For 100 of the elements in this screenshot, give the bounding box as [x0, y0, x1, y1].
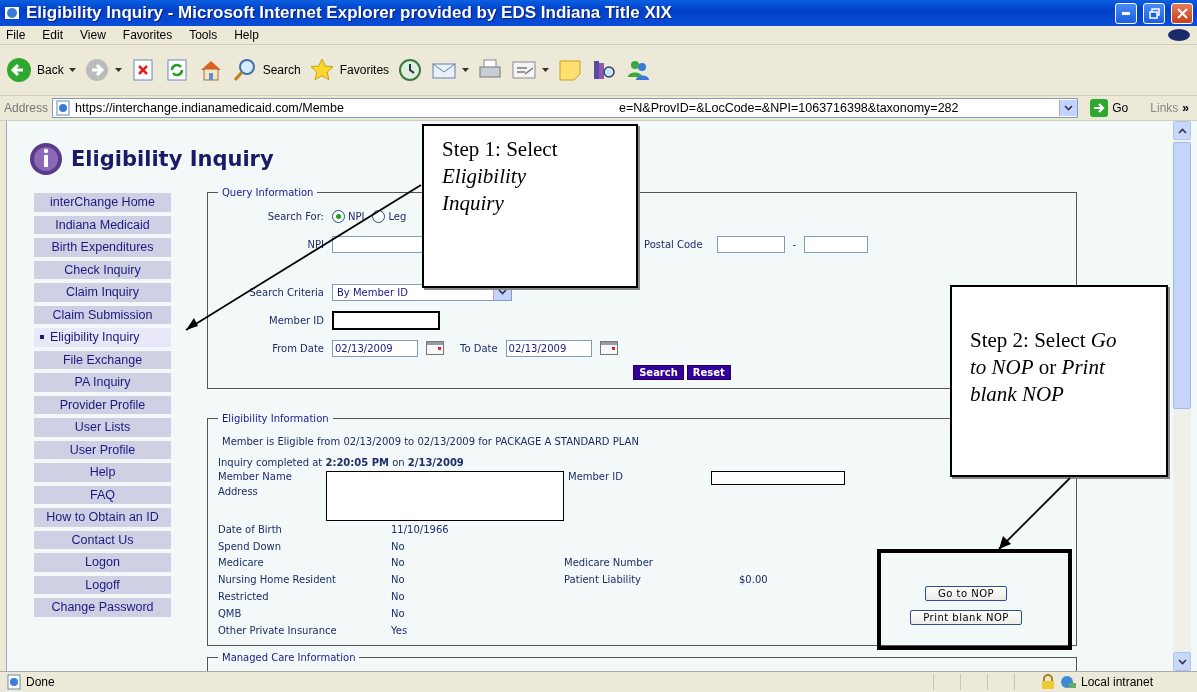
field-label: From Date [272, 342, 324, 354]
sidebar-item[interactable]: How to Obtain an ID [34, 508, 171, 527]
globe-network-icon [1059, 674, 1077, 690]
history-button[interactable] [397, 57, 424, 83]
chevron-down-icon [498, 289, 507, 295]
search-button[interactable]: Search [633, 364, 684, 380]
sidebar-item[interactable]: FAQ [34, 485, 171, 504]
field-label: QMB [218, 607, 243, 619]
to-date-field[interactable]: 02/13/2009 [505, 339, 592, 357]
restore-icon [1148, 7, 1160, 19]
sidebar-item[interactable]: Eligibility Inquiry [34, 328, 171, 347]
dropdown-button[interactable] [1059, 100, 1078, 116]
sidebar-item[interactable]: Birth Expenditures [34, 238, 171, 257]
menu-item[interactable]: Help [234, 28, 259, 42]
browser-icon [4, 5, 20, 21]
calendar-icon[interactable] [426, 341, 444, 355]
scroll-up-button[interactable] [1173, 121, 1191, 140]
menu-item[interactable]: View [80, 28, 106, 42]
go-button[interactable]: Go [1082, 99, 1137, 117]
sidebar-item[interactable]: interChange Home [34, 193, 171, 212]
sidebar-item[interactable]: File Exchange [34, 350, 171, 369]
search-icon [231, 57, 258, 83]
sidebar-item[interactable]: Check Inquiry [34, 260, 171, 279]
npi-field[interactable] [332, 235, 424, 253]
field-label: Member ID [568, 471, 624, 484]
scrollbar[interactable] [1173, 121, 1191, 671]
menu-item[interactable]: File [6, 28, 26, 42]
menu-item[interactable]: Edit [42, 28, 64, 42]
status-text: Done [26, 675, 56, 689]
field-value: No [391, 540, 406, 552]
panel-legend: Managed Care Information [218, 651, 360, 663]
member-id-field[interactable] [332, 310, 440, 330]
menu-item[interactable]: Tools [189, 28, 218, 42]
close-icon [1176, 7, 1188, 19]
back-button[interactable]: Back [6, 57, 76, 83]
field-label: Restricted [218, 591, 270, 603]
sidebar-item[interactable]: Provider Profile [34, 395, 171, 414]
page-icon [6, 674, 22, 690]
field-label: Nursing Home Resident [218, 574, 337, 586]
sidebar-item[interactable]: Contact Us [34, 530, 171, 549]
field-label: Patient Liability [564, 574, 642, 586]
restore-button[interactable] [1143, 2, 1165, 24]
field-value: No [391, 607, 406, 619]
panel-legend: Query Information [218, 187, 318, 198]
calendar-icon[interactable] [599, 341, 618, 355]
field-value: Yes [391, 624, 409, 636]
more-links-button[interactable]: » [1182, 101, 1193, 115]
print-blank-nop-button[interactable]: Print blank NOP [910, 609, 1022, 625]
scroll-thumb[interactable] [1173, 142, 1191, 409]
field-label: Spend Down [218, 540, 283, 552]
field-label: Medicare [218, 557, 265, 569]
chevron-up-icon [1177, 127, 1187, 134]
sidebar-item[interactable]: Claim Inquiry [34, 283, 171, 302]
step-callout: Step 2: Select Go to NOP or Print blank NOP [950, 285, 1168, 477]
sidebar-item[interactable]: User Lists [34, 418, 171, 437]
scroll-down-button[interactable] [1173, 652, 1191, 671]
radio-option[interactable]: NPI [332, 209, 365, 223]
logo-icon [1167, 28, 1191, 42]
radio-option[interactable]: Leg [372, 209, 407, 223]
address-field[interactable]: https://interchange.indianamedicaid.com/Membe e=N&ProvID=&LocCode=&NPI=1063716398&taxonomy=282 [52, 98, 1079, 118]
sidebar-item[interactable]: Help [34, 463, 171, 482]
field-label: Postal Code [644, 238, 703, 250]
minimize-button[interactable] [1115, 2, 1137, 24]
caret-icon [462, 68, 470, 72]
search-button[interactable]: Search [231, 57, 301, 83]
sidebar-item[interactable]: User Profile [34, 440, 171, 459]
field-label: Address [218, 486, 259, 497]
eligibility-summary: Member is Eligible from 02/13/2009 to 02/13/2009 for PACKAGE A STANDARD PLAN [222, 435, 639, 447]
field-value: $0.00 [739, 574, 769, 586]
chevron-down-icon [1064, 105, 1074, 111]
sidebar-item[interactable]: PA Inquiry [34, 373, 171, 392]
menu-item[interactable]: Favorites [122, 28, 173, 42]
field-value: No [391, 591, 406, 603]
minimize-icon [1122, 11, 1130, 15]
favorites-button[interactable]: Favorites [308, 57, 390, 83]
postal-code-field[interactable] [716, 235, 785, 253]
zone-text: Local intranet [1081, 675, 1155, 689]
sidebar-item[interactable]: Logoff [34, 575, 171, 594]
caret-icon [542, 68, 550, 72]
field-label: To Date [460, 342, 498, 354]
caret-icon [68, 68, 76, 72]
page-title: Eligibility Inquiry [71, 147, 274, 171]
sidebar-item[interactable]: Logon [34, 553, 171, 572]
from-date-field[interactable]: 02/13/2009 [332, 339, 418, 357]
chevron-down-icon [1177, 658, 1187, 665]
field-value: No [391, 574, 406, 586]
inquiry-time-text: Inquiry completed at 2:20:05 PM on 2/13/2009 [218, 457, 464, 468]
go-to-nop-button[interactable]: Go to NOP [924, 585, 1008, 601]
sidebar-item[interactable]: Indiana Medicaid [34, 215, 171, 234]
field-label: Search Criteria [249, 286, 324, 298]
window-title: Eligibility Inquiry - Microsoft Internet Explorer provided by EDS Indiana Title XIX [26, 3, 673, 23]
field-label: NPI [307, 238, 324, 250]
field-label: Medicare Number [564, 557, 654, 569]
postal-code-field[interactable] [804, 235, 869, 253]
reset-button[interactable]: Reset [686, 364, 731, 380]
logo-icon [29, 142, 63, 176]
sidebar-item[interactable]: Change Password [34, 598, 171, 617]
sidebar-item[interactable]: Claim Submission [34, 305, 171, 324]
close-button[interactable] [1171, 2, 1193, 24]
caret-icon [114, 68, 122, 72]
